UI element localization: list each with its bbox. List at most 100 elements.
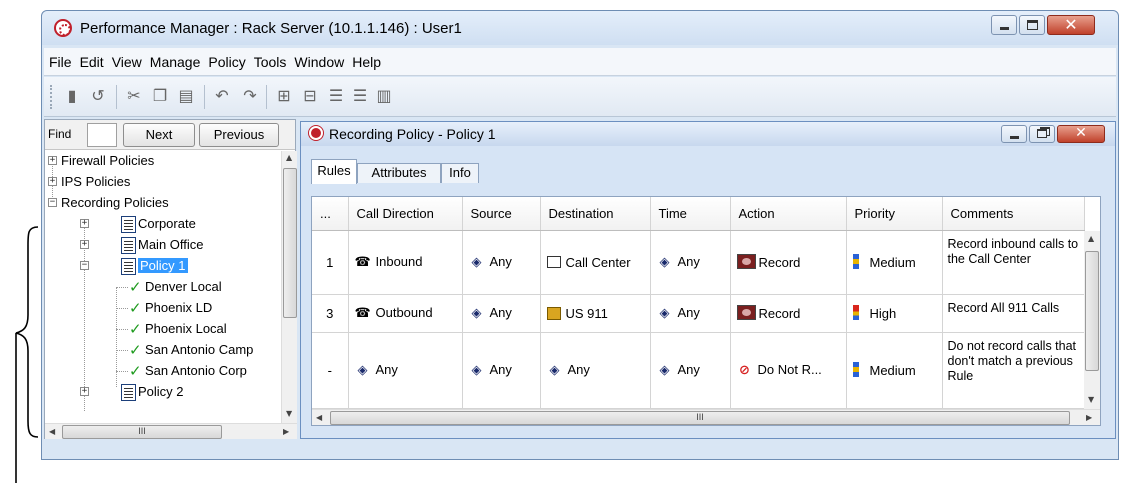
- insert-row-icon[interactable]: ⊞: [274, 86, 294, 106]
- undo-icon[interactable]: ↶: [212, 86, 232, 106]
- table-row[interactable]: 3 ☎ Outbound ◈ Any US 911 ◈ Any Record High…: [312, 294, 1085, 333]
- cut-icon[interactable]: ✂: [124, 86, 144, 106]
- column-header-action[interactable]: Action: [730, 197, 847, 231]
- table-row[interactable]: - ◈ Any ◈ Any ◈ Any ◈ Any ⊘ Do Not R... Mediu…: [312, 332, 1085, 409]
- priority-cell[interactable]: Medium: [846, 332, 943, 409]
- window-title: Performance Manager : Rack Server (10.1.…: [80, 20, 462, 37]
- scroll-left-icon[interactable]: ◀: [316, 413, 322, 422]
- move-row-down-icon[interactable]: ☰: [350, 86, 370, 106]
- action-cell[interactable]: Record: [730, 294, 847, 333]
- paste-icon[interactable]: ▤: [176, 86, 196, 106]
- tree-vertical-scrollbar[interactable]: ▲ ▼: [281, 151, 297, 423]
- redo-icon[interactable]: ↷: [240, 86, 260, 106]
- add-row-icon[interactable]: ⊟: [300, 86, 320, 106]
- source-value: Any: [489, 305, 512, 320]
- time-cell[interactable]: ◈ Any: [650, 332, 731, 409]
- priority-cell[interactable]: High: [846, 294, 943, 333]
- column-header-call-direction[interactable]: Call Direction: [348, 197, 463, 231]
- inner-close-button[interactable]: ✕: [1057, 125, 1105, 143]
- menu-tools[interactable]: Tools: [249, 48, 290, 70]
- menu-policy[interactable]: Policy: [203, 48, 248, 70]
- column-header-destination[interactable]: Destination: [540, 197, 651, 231]
- inner-minimize-button[interactable]: [1001, 125, 1027, 143]
- grid-vertical-scroll-thumb[interactable]: [1085, 251, 1099, 371]
- action-cell[interactable]: ⊘ Do Not R...: [730, 332, 847, 409]
- source-cell[interactable]: ◈ Any: [462, 294, 541, 333]
- tab-rules[interactable]: Rules: [311, 159, 357, 184]
- revert-icon[interactable]: ↺: [88, 86, 108, 106]
- expand-icon[interactable]: +: [80, 387, 89, 396]
- scroll-right-icon[interactable]: ▶: [283, 427, 289, 436]
- tab-attributes[interactable]: Attributes: [357, 163, 441, 183]
- menu-help[interactable]: Help: [347, 48, 384, 70]
- next-button[interactable]: Next: [123, 123, 195, 147]
- source-cell[interactable]: ◈ Any: [462, 230, 541, 295]
- check-icon: ✓: [129, 341, 142, 359]
- call-direction-cell[interactable]: ☎ Inbound: [348, 230, 463, 295]
- policy-tree-pane: Find Next Previous + Firewall Policies +…: [44, 119, 297, 439]
- destination-cell[interactable]: Call Center: [540, 230, 651, 295]
- menu-view[interactable]: View: [107, 48, 145, 70]
- scroll-up-icon[interactable]: ▲: [286, 153, 292, 162]
- any-icon: ◈: [549, 363, 560, 378]
- column-header-priority[interactable]: Priority: [846, 197, 943, 231]
- destination-cell[interactable]: US 911: [540, 294, 651, 333]
- action-cell[interactable]: Record: [730, 230, 847, 295]
- tree-horizontal-scroll-thumb[interactable]: III: [62, 425, 222, 439]
- inner-title-bar[interactable]: Recording Policy - Policy 1 ✕: [301, 122, 1115, 146]
- call-direction-value: Inbound: [375, 254, 423, 269]
- table-row[interactable]: 1 ☎ Inbound ◈ Any Call Center ◈ Any Record …: [312, 230, 1085, 295]
- collapse-icon[interactable]: −: [48, 198, 57, 207]
- menu-manage[interactable]: Manage: [145, 48, 204, 70]
- tree-node-label: San Antonio Corp: [145, 363, 247, 378]
- destination-cell[interactable]: ◈ Any: [540, 332, 651, 409]
- find-input[interactable]: [87, 123, 117, 147]
- expand-icon[interactable]: +: [80, 219, 89, 228]
- grid-vertical-scrollbar[interactable]: ▲ ▼: [1084, 231, 1100, 409]
- collapse-icon[interactable]: −: [80, 261, 89, 270]
- tree-horizontal-scrollbar[interactable]: ◀ III ▶: [45, 423, 297, 439]
- scroll-left-icon[interactable]: ◀: [49, 427, 55, 436]
- previous-button[interactable]: Previous: [199, 123, 279, 147]
- grid-horizontal-scroll-thumb[interactable]: III: [330, 411, 1070, 425]
- close-button[interactable]: ✕: [1047, 15, 1095, 35]
- menu-window[interactable]: Window: [289, 48, 347, 70]
- scroll-up-icon[interactable]: ▲: [1088, 234, 1094, 243]
- menu-edit[interactable]: Edit: [75, 48, 107, 70]
- grid-horizontal-scrollbar[interactable]: ◀ III ▶: [312, 409, 1100, 425]
- minimize-button[interactable]: [991, 15, 1017, 35]
- scroll-down-icon[interactable]: ▼: [1088, 395, 1094, 404]
- expand-icon[interactable]: +: [48, 156, 57, 165]
- time-cell[interactable]: ◈ Any: [650, 294, 731, 333]
- time-cell[interactable]: ◈ Any: [650, 230, 731, 295]
- column-header-row-menu[interactable]: ...: [312, 197, 349, 231]
- scroll-down-icon[interactable]: ▼: [286, 409, 292, 418]
- column-header-source[interactable]: Source: [462, 197, 541, 231]
- scroll-right-icon[interactable]: ▶: [1086, 413, 1092, 422]
- toolbar-grip[interactable]: [50, 85, 54, 109]
- menu-bar: File Edit View Manage Policy Tools Window Help: [44, 48, 1116, 76]
- move-row-up-icon[interactable]: ☰: [326, 86, 346, 106]
- copy-icon[interactable]: ❐: [150, 86, 170, 106]
- maximize-button[interactable]: [1019, 15, 1045, 35]
- call-center-icon: [546, 255, 561, 268]
- title-bar[interactable]: Performance Manager : Rack Server (10.1.…: [42, 11, 1118, 45]
- column-header-time[interactable]: Time: [650, 197, 731, 231]
- column-header-comments[interactable]: Comments: [942, 197, 1085, 231]
- tree-vertical-scroll-thumb[interactable]: [283, 168, 297, 318]
- expand-icon[interactable]: +: [80, 240, 89, 249]
- expand-icon[interactable]: +: [48, 177, 57, 186]
- call-direction-cell[interactable]: ◈ Any: [348, 332, 463, 409]
- source-cell[interactable]: ◈ Any: [462, 332, 541, 409]
- tree-node-label: Firewall Policies: [61, 153, 155, 168]
- save-icon[interactable]: ▮: [62, 86, 82, 106]
- priority-cell[interactable]: Medium: [846, 230, 943, 295]
- menu-file[interactable]: File: [44, 48, 75, 70]
- call-direction-cell[interactable]: ☎ Outbound: [348, 294, 463, 333]
- comments-cell[interactable]: Record inbound calls to the Call Center: [942, 230, 1085, 295]
- comments-cell[interactable]: Do not record calls that don't match a p…: [942, 332, 1085, 409]
- inner-restore-button[interactable]: [1029, 125, 1055, 143]
- comments-cell[interactable]: Record All 911 Calls: [942, 294, 1085, 333]
- tab-info[interactable]: Info: [441, 163, 479, 183]
- delete-row-icon[interactable]: ▥: [374, 86, 394, 106]
